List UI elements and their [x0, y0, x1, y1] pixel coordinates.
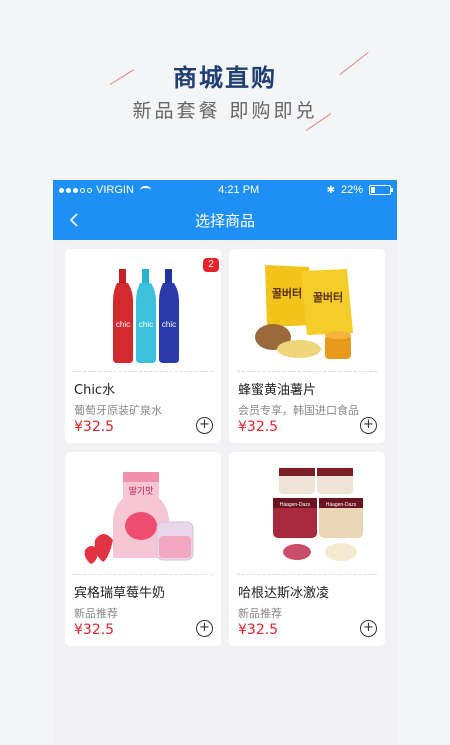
product-desc: 葡萄牙原装矿泉水 [74, 404, 162, 417]
add-button[interactable]: + [360, 417, 377, 434]
signal-icon [59, 187, 92, 193]
wifi-icon [139, 186, 151, 194]
battery-percent: 22% [340, 184, 363, 196]
divider [237, 371, 377, 372]
status-bar: VIRGIN 4:21 PM ✱ 22% [53, 180, 397, 200]
page-title: 选择商品 [194, 211, 255, 230]
product-price: ¥32.5 [74, 622, 115, 638]
promo-title: 商城直购 [173, 64, 277, 92]
bottle-label: chic [139, 320, 153, 329]
product-image-chips: 꿀버터 꿀버터 [255, 265, 353, 359]
product-card[interactable]: chic chic chic 2 Chic水 葡萄牙原装矿泉水 ¥32.5 + [65, 249, 221, 443]
bottle-label: chic [116, 320, 130, 329]
divider [73, 574, 213, 575]
chevron-left-icon[interactable] [65, 210, 85, 230]
milk-label: 딸기맛 [129, 485, 154, 497]
icecream-label: Häagen-Dazs [280, 502, 311, 508]
battery-icon [368, 185, 393, 195]
divider [73, 371, 213, 372]
product-name: 蜂蜜黄油薯片 [238, 383, 317, 398]
product-image-strawberry-milk: 딸기맛 [84, 472, 194, 564]
chips-label: 꿀버터 [272, 286, 302, 300]
product-image-icecream: Häagen-Dazs Häagen-Dazs [273, 468, 363, 561]
nav-bar: 选择商品 [53, 200, 397, 240]
product-card[interactable]: 꿀버터 꿀버터 蜂蜜黄油薯片 会员专享，韩国进口食品 ¥32.5 + [229, 249, 385, 443]
chips-label: 꿀버터 [313, 290, 343, 304]
phone-screen: VIRGIN 4:21 PM ✱ 22% 选择商品 chic chic chic… [53, 180, 397, 745]
icecream-label: Häagen-Dazs [326, 502, 357, 508]
carrier-label: VIRGIN [96, 184, 134, 196]
product-card[interactable]: 딸기맛 宾格瑞草莓牛奶 新品推荐 ¥32.5 + [65, 452, 221, 646]
product-image-water-bottles: chic chic chic [113, 269, 179, 363]
status-right: ✱ 22% [326, 184, 393, 196]
product-desc: 会员专享，韩国进口食品 [238, 404, 359, 417]
product-name: Chic水 [74, 383, 116, 398]
count-badge: 2 [203, 258, 219, 272]
product-price: ¥32.5 [238, 622, 279, 638]
status-time: 4:21 PM [218, 184, 260, 196]
product-name: 宾格瑞草莓牛奶 [74, 586, 166, 601]
product-price: ¥32.5 [74, 419, 115, 435]
status-left: VIRGIN [59, 184, 151, 196]
divider [237, 574, 377, 575]
promo-header: 商城直购 新品套餐 即购即兑 [0, 0, 450, 180]
product-price: ¥32.5 [238, 419, 279, 435]
product-desc: 新品推荐 [238, 607, 282, 620]
product-desc: 新品推荐 [74, 607, 118, 620]
promo-subtitle: 新品套餐 即购即兑 [132, 100, 318, 122]
add-button[interactable]: + [196, 417, 213, 434]
add-button[interactable]: + [196, 620, 213, 637]
product-card[interactable]: Häagen-Dazs Häagen-Dazs 哈根达斯冰激凌 新品推荐 ¥32… [229, 452, 385, 646]
bottle-label: chic [162, 320, 176, 329]
product-name: 哈根达斯冰激凌 [238, 586, 330, 601]
add-button[interactable]: + [360, 620, 377, 637]
bluetooth-icon: ✱ [326, 184, 335, 196]
